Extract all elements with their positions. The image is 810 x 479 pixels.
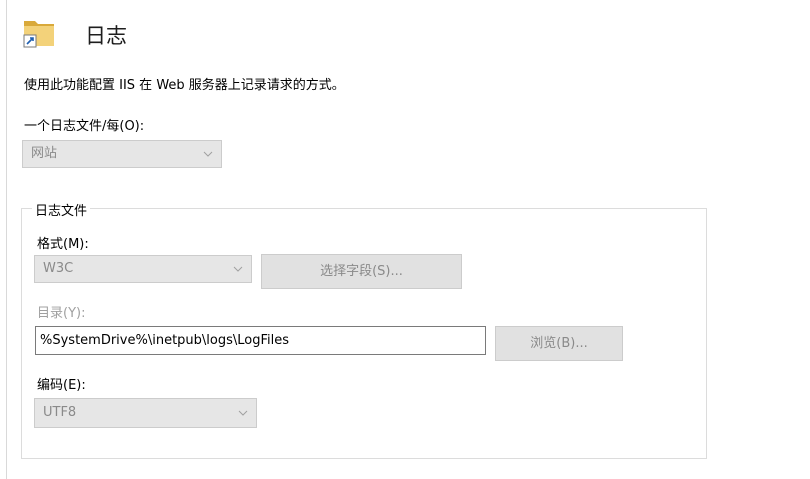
select-fields-button[interactable]: 选择字段(S)...: [261, 254, 462, 289]
directory-input[interactable]: %SystemDrive%\inetpub\logs\LogFiles: [35, 326, 486, 355]
one-log-per-value: 网站: [31, 146, 58, 161]
browse-button[interactable]: 浏览(B)...: [495, 326, 623, 361]
folder-shortcut-icon: [22, 15, 58, 51]
frame-left-border: [6, 0, 7, 479]
one-log-per-select[interactable]: 网站: [22, 140, 222, 168]
encoding-select[interactable]: UTF8: [34, 398, 257, 428]
directory-label: 目录(Y):: [37, 306, 86, 321]
chevron-down-icon: [238, 410, 248, 416]
chevron-down-icon: [233, 266, 243, 272]
format-label: 格式(M):: [37, 237, 89, 252]
encoding-value: UTF8: [43, 405, 77, 420]
encoding-label: 编码(E):: [37, 378, 86, 393]
format-value: W3C: [43, 261, 74, 276]
page-title: 日志: [85, 24, 127, 48]
log-file-group-legend: 日志文件: [32, 200, 91, 219]
page-description: 使用此功能配置 IIS 在 Web 服务器上记录请求的方式。: [24, 78, 345, 93]
format-select[interactable]: W3C: [34, 255, 252, 283]
one-log-per-label: 一个日志文件/每(O):: [24, 119, 145, 134]
chevron-down-icon: [203, 151, 213, 157]
